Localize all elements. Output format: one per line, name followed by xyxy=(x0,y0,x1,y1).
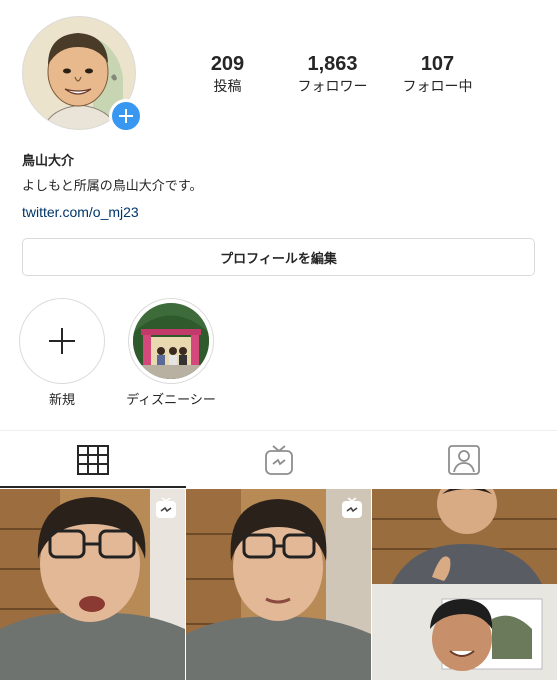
highlight-new-label: 新規 xyxy=(48,393,75,408)
posts-label: 投稿 xyxy=(213,79,242,95)
tab-grid[interactable] xyxy=(0,431,186,488)
post-thumbnail[interactable] xyxy=(186,489,371,680)
post-image xyxy=(372,489,557,680)
profile-avatar-group[interactable] xyxy=(22,16,143,134)
igtv-badge-icon xyxy=(342,497,362,518)
tab-igtv[interactable] xyxy=(186,431,372,488)
plus-icon xyxy=(119,109,133,123)
profile-stats: 209 投稿 1,863 フォロワー 107 フォロー中 xyxy=(175,52,490,97)
posts-grid xyxy=(0,489,557,680)
following-count: 107 xyxy=(420,53,455,75)
bio-text: よしもと所属の鳥山大介です。 xyxy=(22,179,203,194)
profile-tabbar xyxy=(0,430,557,488)
post-thumbnail[interactable] xyxy=(372,489,557,680)
photo-thumbnail xyxy=(133,303,209,379)
tv-icon xyxy=(264,444,293,475)
posts-count: 209 xyxy=(210,53,245,75)
profile-bio: 鳥山大介 よしもと所属の鳥山大介です。 twitter.com/o_mj23 xyxy=(22,152,537,222)
profile-name: 鳥山大介 xyxy=(22,154,75,169)
stat-followers[interactable]: 1,863 フォロワー xyxy=(280,52,385,97)
highlight-thumbnail xyxy=(133,303,209,379)
tab-tagged[interactable] xyxy=(371,431,557,488)
highlight-new[interactable]: 新規 xyxy=(19,298,105,410)
add-story-button[interactable] xyxy=(109,99,143,133)
highlight-new-circle[interactable] xyxy=(19,298,105,384)
following-label: フォロー中 xyxy=(402,79,473,95)
highlight-disneysea-circle[interactable] xyxy=(128,298,214,384)
followers-label: フォロワー xyxy=(297,79,368,95)
followers-count: 1,863 xyxy=(307,53,358,75)
highlight-disneysea-label: ディズニーシー xyxy=(126,393,216,408)
stat-posts[interactable]: 209 投稿 xyxy=(175,52,280,97)
post-thumbnail[interactable] xyxy=(0,489,185,680)
igtv-badge-icon xyxy=(156,497,176,518)
highlight-disneysea[interactable]: ディズニーシー xyxy=(126,298,216,410)
tagged-person-icon xyxy=(448,444,481,475)
plus-icon xyxy=(49,328,75,354)
bio-link[interactable]: twitter.com/o_mj23 xyxy=(22,202,537,222)
stat-following[interactable]: 107 フォロー中 xyxy=(385,52,490,97)
grid-icon xyxy=(76,444,109,475)
edit-profile-button[interactable]: プロフィールを編集 xyxy=(22,238,535,276)
